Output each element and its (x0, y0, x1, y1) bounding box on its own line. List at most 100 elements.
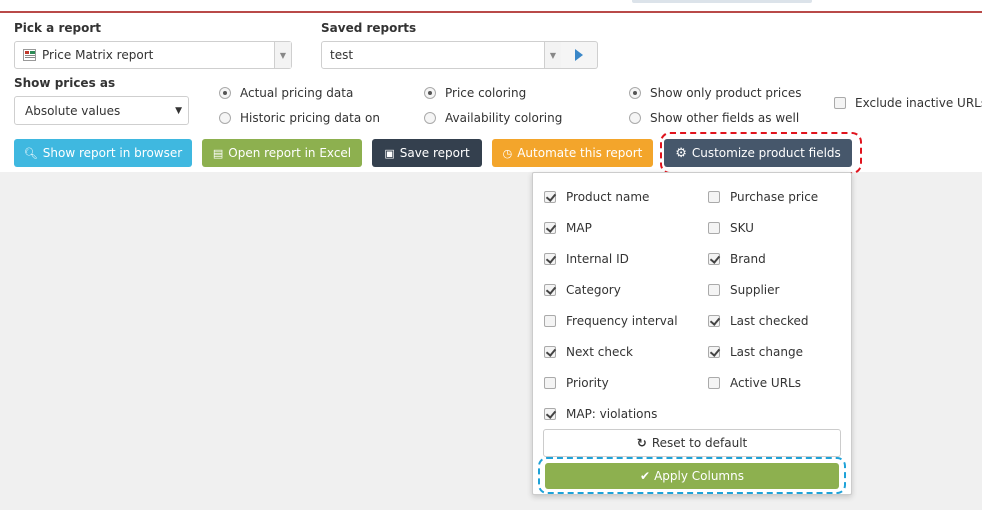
header-divider (0, 11, 982, 13)
checkbox-box[interactable] (544, 377, 556, 389)
report-matrix-icon (23, 49, 36, 61)
field-label: Next check (566, 345, 633, 359)
apply-highlight-outline (538, 457, 846, 494)
checkbox-box[interactable] (544, 284, 556, 296)
checkbox-box[interactable] (544, 191, 556, 203)
show-prices-select[interactable]: Absolute values ▼ (14, 96, 189, 125)
field-last-change[interactable]: Last change (708, 345, 803, 359)
checkbox-box[interactable] (708, 346, 720, 358)
radio-dot[interactable] (424, 87, 436, 99)
field-active-urls[interactable]: Active URLs (708, 376, 801, 390)
field-category[interactable]: Category (544, 283, 621, 297)
field-map-violations[interactable]: MAP: violations (544, 407, 657, 421)
radio-dot[interactable] (424, 112, 436, 124)
show-prices-label: Show prices as (14, 76, 116, 90)
save-report-button[interactable]: ▣ Save report (372, 139, 482, 167)
floppy-disk-icon: ▣ (384, 146, 395, 160)
field-label: Last checked (730, 314, 809, 328)
radio-dot[interactable] (219, 87, 231, 99)
field-brand[interactable]: Brand (708, 252, 766, 266)
field-label: MAP: violations (566, 407, 658, 421)
exclude-inactive-checkbox[interactable]: Exclude inactive URLs (834, 96, 982, 110)
field-label: Brand (730, 252, 766, 266)
radio-label: Actual pricing data (240, 86, 354, 100)
checkbox-box[interactable] (544, 253, 556, 265)
saved-reports-value: test (330, 48, 354, 62)
field-label: Frequency interval (566, 314, 678, 328)
field-label: Supplier (730, 283, 780, 297)
field-frequency-interval[interactable]: Frequency interval (544, 314, 678, 328)
radio-only-prices[interactable]: Show only product prices (629, 86, 801, 100)
pick-report-label: Pick a report (14, 21, 101, 35)
field-sku[interactable]: SKU (708, 221, 754, 235)
chevron-down-icon[interactable]: ▼ (544, 42, 561, 68)
checkbox-label: Exclude inactive URLs (855, 96, 982, 110)
checkbox-box[interactable] (544, 222, 556, 234)
saved-reports-select[interactable]: test ▼ (321, 41, 562, 69)
field-label: SKU (730, 221, 754, 235)
button-label: Save report (399, 146, 470, 160)
checkbox-box[interactable] (708, 315, 720, 327)
pick-report-select[interactable]: Price Matrix report ▼ (14, 41, 292, 69)
search-icon: 🔍︎ (23, 146, 38, 160)
automate-report-button[interactable]: ◷ Automate this report (492, 139, 653, 167)
reset-to-default-button[interactable]: ↻ Reset to default (543, 429, 841, 457)
field-label: Category (566, 283, 621, 297)
field-label: Internal ID (566, 252, 629, 266)
file-excel-icon: ▤ (212, 146, 224, 160)
radio-dot[interactable] (219, 112, 231, 124)
radio-dot[interactable] (629, 87, 641, 99)
radio-price-coloring[interactable]: Price coloring (424, 86, 526, 100)
button-label: Reset to default (651, 436, 748, 450)
checkbox-box[interactable] (708, 253, 720, 265)
customize-highlight-outline (660, 132, 862, 174)
caret-down-icon: ▼ (175, 105, 182, 116)
field-map[interactable]: MAP (544, 221, 592, 235)
field-supplier[interactable]: Supplier (708, 283, 779, 297)
button-label: Show report in browser (42, 146, 183, 160)
checkbox-box[interactable] (834, 97, 846, 109)
field-label: Purchase price (730, 190, 819, 204)
checkbox-box[interactable] (708, 284, 720, 296)
chevron-down-icon[interactable]: ▼ (274, 42, 291, 68)
open-excel-button[interactable]: ▤ Open report in Excel (202, 139, 362, 167)
field-label: Product name (566, 190, 650, 204)
radio-actual-pricing[interactable]: Actual pricing data (219, 86, 353, 100)
field-label: Priority (566, 376, 609, 390)
top-bar-stub (632, 0, 812, 3)
clock-icon: ◷ (502, 146, 513, 160)
field-label: MAP (566, 221, 592, 235)
checkbox-box[interactable] (544, 315, 556, 327)
field-last-checked[interactable]: Last checked (708, 314, 809, 328)
checkbox-box[interactable] (708, 191, 720, 203)
checkbox-box[interactable] (544, 346, 556, 358)
field-next-check[interactable]: Next check (544, 345, 633, 359)
radio-historic-pricing[interactable]: Historic pricing data on (219, 111, 380, 125)
field-label: Last change (730, 345, 803, 359)
radio-label: Availability coloring (445, 111, 563, 125)
checkbox-box[interactable] (544, 408, 556, 420)
field-priority[interactable]: Priority (544, 376, 609, 390)
radio-dot[interactable] (629, 112, 641, 124)
saved-reports-label: Saved reports (321, 21, 417, 35)
customize-fields-dropdown: Product name MAP Internal ID Category Fr… (532, 172, 852, 495)
refresh-icon: ↻ (636, 436, 647, 450)
field-internal-id[interactable]: Internal ID (544, 252, 629, 266)
radio-label: Show other fields as well (650, 111, 800, 125)
load-saved-report-button[interactable] (561, 41, 598, 69)
button-label: Automate this report (517, 146, 643, 160)
radio-label: Price coloring (445, 86, 527, 100)
button-label: Open report in Excel (228, 146, 352, 160)
radio-other-fields[interactable]: Show other fields as well (629, 111, 799, 125)
checkbox-box[interactable] (708, 377, 720, 389)
pick-report-value: Price Matrix report (42, 48, 154, 62)
radio-availability-coloring[interactable]: Availability coloring (424, 111, 562, 125)
field-purchase-price[interactable]: Purchase price (708, 190, 818, 204)
radio-label: Historic pricing data on (240, 111, 380, 125)
field-product-name[interactable]: Product name (544, 190, 649, 204)
radio-label: Show only product prices (650, 86, 802, 100)
show-prices-value: Absolute values (25, 103, 121, 118)
show-report-browser-button[interactable]: 🔍︎ Show report in browser (14, 139, 192, 167)
checkbox-box[interactable] (708, 222, 720, 234)
play-icon (575, 49, 583, 61)
